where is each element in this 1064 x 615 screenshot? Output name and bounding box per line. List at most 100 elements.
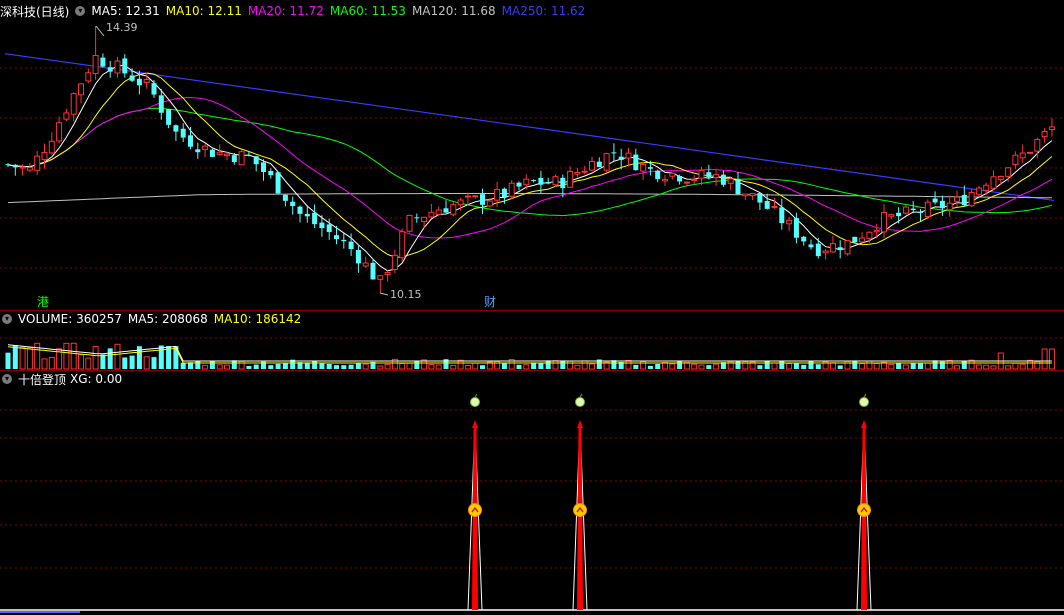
volume-bar xyxy=(384,363,391,370)
candle-body xyxy=(749,192,756,196)
volume-bar xyxy=(275,363,281,369)
volume-bar xyxy=(334,365,339,369)
candle-body xyxy=(939,200,945,209)
volume-bar xyxy=(873,362,880,370)
volume-bar xyxy=(224,364,230,370)
volume-bar xyxy=(399,363,406,370)
candle-body xyxy=(531,180,537,182)
volume-bar xyxy=(158,345,164,369)
volume-bar xyxy=(713,363,720,370)
signal-bar xyxy=(472,428,478,610)
volume-bar xyxy=(472,362,479,370)
candle-body xyxy=(136,78,142,86)
candle-body xyxy=(924,201,931,218)
high-pointer xyxy=(95,25,105,37)
candle-body xyxy=(202,145,209,150)
volume-chart[interactable] xyxy=(0,326,1064,370)
candle-body xyxy=(932,198,938,203)
up-marker-icon xyxy=(573,503,587,517)
candle-body xyxy=(480,194,485,205)
candle-body xyxy=(560,177,566,189)
hk-tag[interactable]: 港 xyxy=(37,295,49,309)
volume-bar xyxy=(501,362,507,369)
up-marker-icon xyxy=(857,503,871,517)
volume-bar xyxy=(918,363,923,369)
candle-body xyxy=(779,207,785,224)
candle-body xyxy=(464,195,471,198)
volume-bar xyxy=(480,365,485,369)
candle-body xyxy=(815,243,821,257)
candle-body xyxy=(56,122,63,142)
candle-body xyxy=(596,161,602,168)
price-chart[interactable] xyxy=(0,18,1064,310)
volume-bar xyxy=(552,360,559,370)
candle-body xyxy=(48,140,55,154)
volume-bar xyxy=(625,359,632,370)
candle-body xyxy=(822,250,829,254)
main-panel-header: 深科技(日线) ▾ MA5: 12.31 MA10: 12.11 MA20: 1… xyxy=(0,3,591,20)
volume-bar xyxy=(647,365,653,369)
candle-body xyxy=(312,212,318,225)
candle-body xyxy=(151,83,157,95)
volume-bar xyxy=(19,346,26,370)
volume-bar xyxy=(786,362,793,370)
candle-body xyxy=(640,163,647,172)
indicator-chart[interactable] xyxy=(0,386,1064,615)
volume-bar xyxy=(611,360,617,369)
candle-body xyxy=(355,250,361,264)
volume-bar xyxy=(691,363,698,370)
stock-title[interactable]: 深科技(日线) xyxy=(0,3,69,20)
candle-body xyxy=(12,164,18,168)
volume-bar xyxy=(771,362,778,370)
candle-body xyxy=(837,247,843,251)
volume-bar xyxy=(63,342,70,370)
candle-body xyxy=(399,231,406,259)
volume-bar xyxy=(793,362,799,369)
volume-bar xyxy=(282,362,288,369)
volume-bar xyxy=(202,364,209,370)
candle-body xyxy=(968,191,975,207)
volume-bar xyxy=(779,361,785,369)
volume-bar xyxy=(1041,348,1048,370)
candle-body xyxy=(107,67,113,72)
volume-bar xyxy=(516,364,522,369)
volume-bar xyxy=(589,363,595,370)
volume-bar xyxy=(852,360,858,369)
candle-body xyxy=(428,211,435,218)
candle-body xyxy=(873,229,880,233)
volume-bar xyxy=(888,363,895,370)
volume-bar xyxy=(683,362,690,370)
volume-bar xyxy=(698,364,705,370)
candle-body xyxy=(859,237,866,243)
candle-body xyxy=(997,175,1004,180)
candle-body xyxy=(677,175,683,182)
volume-bar xyxy=(355,363,361,369)
volume-bar xyxy=(902,364,909,370)
volume-ma10: MA10: 186142 xyxy=(213,312,302,326)
candle-body xyxy=(896,212,902,217)
volume-bar xyxy=(129,355,135,369)
volume-bar xyxy=(231,360,237,369)
ma120-label: MA120: 11.68 xyxy=(411,4,496,18)
volume-bar xyxy=(450,364,457,370)
volume-menu-icon[interactable]: ▾ xyxy=(2,314,12,324)
candle-body xyxy=(625,152,632,159)
indicator-menu-icon[interactable]: ▾ xyxy=(2,374,12,384)
volume-bar xyxy=(464,365,471,370)
apple-icon xyxy=(470,397,480,407)
candle-body xyxy=(70,93,77,115)
candle-body xyxy=(523,178,530,186)
finance-tag[interactable]: 财 xyxy=(484,295,496,309)
candle-body xyxy=(188,135,193,147)
volume-bar xyxy=(341,365,347,369)
candle-body xyxy=(581,170,588,173)
candle-body xyxy=(954,196,960,202)
panel-menu-icon[interactable]: ▾ xyxy=(75,6,86,16)
candle-body xyxy=(844,240,851,255)
volume-bar xyxy=(1019,363,1026,370)
ma120-line xyxy=(7,193,1052,204)
volume-bar xyxy=(26,347,33,370)
candle-body xyxy=(370,262,376,280)
volume-bar xyxy=(581,360,588,370)
candle-body xyxy=(574,171,581,175)
